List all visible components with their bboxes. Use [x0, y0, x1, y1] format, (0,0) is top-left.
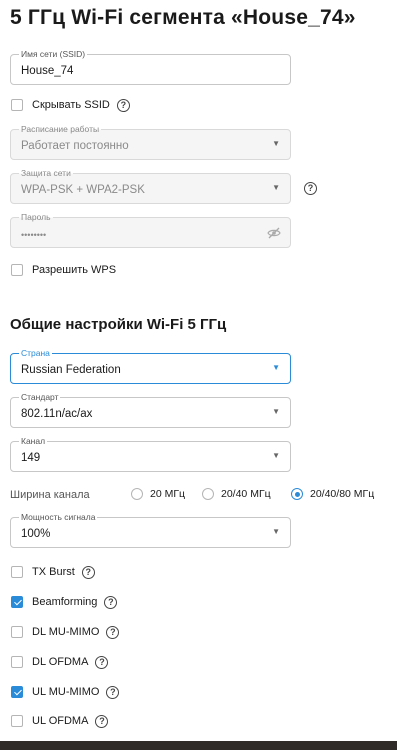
hide-ssid-label: Скрывать SSID [32, 99, 110, 111]
option-label: Beamforming [32, 596, 98, 608]
eye-off-icon [267, 226, 281, 244]
power-value: 100% [21, 528, 51, 540]
option-label: DL OFDMA [32, 656, 89, 668]
channel-select[interactable]: Канал 149 ▼ [10, 436, 291, 472]
password-field: Пароль •••••••• [10, 212, 291, 248]
help-icon[interactable]: ? [116, 98, 130, 112]
ssid-label: Имя сети (SSID) [19, 49, 88, 59]
standard-select[interactable]: Стандарт 802.11n/ac/ax ▼ [10, 392, 291, 428]
schedule-label: Расписание работы [19, 124, 102, 134]
country-value: Russian Federation [21, 364, 121, 376]
checkbox[interactable] [11, 715, 23, 727]
radio-20mhz[interactable]: 20 МГц [131, 488, 185, 500]
chevron-down-icon: ▼ [272, 363, 280, 372]
schedule-value: Работает постоянно [21, 140, 129, 152]
schedule-select: Расписание работы Работает постоянно ▼ [10, 124, 291, 160]
ssid-value: House_74 [21, 65, 74, 77]
chevron-down-icon: ▼ [272, 451, 280, 460]
radio-button[interactable] [202, 488, 214, 500]
channel-width-label: Ширина канала [10, 489, 90, 501]
standard-label: Стандарт [19, 392, 61, 402]
ssid-field[interactable]: Имя сети (SSID) House_74 [10, 49, 291, 85]
help-icon[interactable]: ? [304, 182, 317, 195]
help-icon[interactable]: ? [81, 565, 95, 579]
radio-label: 20/40/80 МГц [310, 488, 375, 500]
footer-bar [0, 741, 397, 750]
radio-button[interactable] [131, 488, 143, 500]
password-value: •••••••• [21, 230, 47, 240]
chevron-down-icon: ▼ [272, 183, 280, 192]
option-label: UL MU-MIMO [32, 686, 100, 698]
option-dl-mu-mimo[interactable]: DL MU-MIMO ? [11, 625, 120, 639]
wps-label: Разрешить WPS [32, 264, 117, 276]
radio-label: 20 МГц [150, 488, 186, 500]
option-ul-ofdma[interactable]: UL OFDMA ? [11, 714, 109, 728]
help-icon[interactable]: ? [106, 685, 120, 699]
checkbox[interactable] [11, 656, 23, 668]
option-tx-burst[interactable]: TX Burst ? [11, 565, 95, 579]
wps-checkbox[interactable] [11, 264, 23, 276]
checkbox[interactable] [11, 626, 23, 638]
radio-20-40-80mhz[interactable]: 20/40/80 МГц [291, 488, 374, 500]
help-icon[interactable]: ? [95, 655, 109, 669]
option-dl-ofdma[interactable]: DL OFDMA ? [11, 655, 109, 669]
standard-value: 802.11n/ac/ax [21, 408, 93, 420]
channel-value: 149 [21, 452, 41, 464]
channel-label: Канал [19, 436, 48, 446]
help-icon[interactable]: ? [106, 625, 120, 639]
help-icon[interactable]: ? [95, 714, 109, 728]
wps-row[interactable]: Разрешить WPS [11, 263, 116, 277]
channel-width-group: Ширина канала 20 МГц 20/40 МГц 20/40/80 … [10, 488, 395, 502]
option-label: UL OFDMA [32, 715, 89, 727]
chevron-down-icon: ▼ [272, 139, 280, 148]
power-select[interactable]: Мощность сигнала 100% ▼ [10, 512, 291, 548]
radio-label: 20/40 МГц [221, 488, 271, 500]
country-label: Страна [19, 348, 52, 358]
security-value: WPA-PSK + WPA2-PSK [21, 184, 145, 196]
page-title: 5 ГГц Wi-Fi сегмента «House_74» [10, 6, 356, 29]
checkbox[interactable] [11, 596, 23, 608]
checkbox[interactable] [11, 686, 23, 698]
hide-ssid-checkbox[interactable] [11, 99, 23, 111]
option-beamforming[interactable]: Beamforming ? [11, 595, 118, 609]
power-label: Мощность сигнала [19, 512, 98, 522]
option-label: TX Burst [32, 566, 75, 578]
chevron-down-icon: ▼ [272, 407, 280, 416]
security-label: Защита сети [19, 168, 73, 178]
radio-20-40mhz[interactable]: 20/40 МГц [202, 488, 271, 500]
radio-button[interactable] [291, 488, 303, 500]
security-select: Защита сети WPA-PSK + WPA2-PSK ▼ [10, 168, 291, 204]
country-select[interactable]: Страна Russian Federation ▼ [10, 348, 291, 384]
password-label: Пароль [19, 212, 53, 222]
checkbox[interactable] [11, 566, 23, 578]
section-title: Общие настройки Wi-Fi 5 ГГц [10, 316, 227, 333]
option-label: DL MU-MIMO [32, 626, 100, 638]
chevron-down-icon: ▼ [272, 527, 280, 536]
help-icon[interactable]: ? [104, 595, 118, 609]
hide-ssid-row[interactable]: Скрывать SSID ? [11, 98, 130, 112]
option-ul-mu-mimo[interactable]: UL MU-MIMO ? [11, 685, 120, 699]
